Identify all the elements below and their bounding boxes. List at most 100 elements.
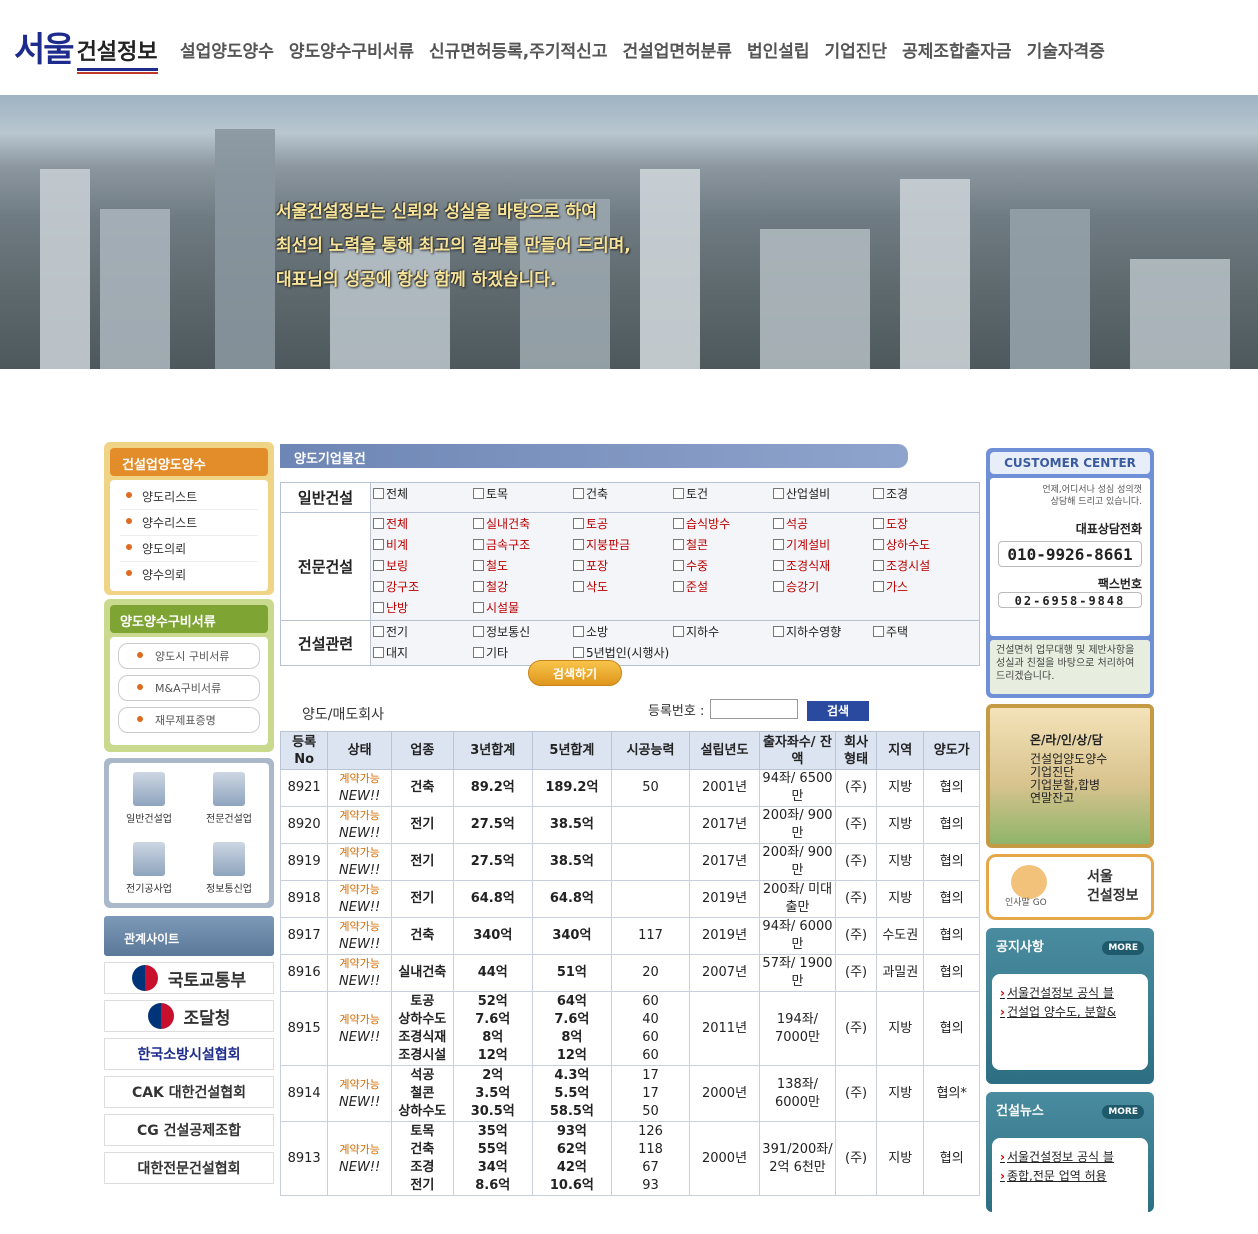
table-row[interactable]: 8914 계약가능 NEW!! 석공 철콘 상하수도 2억 3.5억 30.5억 4.3억 5.5억… — [279, 1065, 980, 1122]
category-telecom[interactable]: 정보통신업 — [189, 833, 269, 903]
table-row[interactable]: 8921 계약가능 NEW!! 건축 89.2억 189.2억 50 2001년 94좌/ 65… — [279, 769, 980, 807]
filter-checkbox-special[interactable]: 지붕판금 — [573, 535, 673, 556]
filter-checkbox-special[interactable]: 실내건축 — [473, 514, 573, 535]
checkbox-icon[interactable] — [373, 518, 384, 529]
link-cg[interactable]: CG 건설공제조합 — [104, 1114, 274, 1146]
status-badge[interactable]: 계약가능 — [339, 921, 379, 933]
status-badge[interactable]: 계약가능 — [339, 884, 379, 896]
checkbox-icon[interactable] — [373, 626, 384, 637]
menu-ma-docs[interactable]: M&A구비서류 — [118, 675, 260, 701]
filter-checkbox-special[interactable]: 철도 — [473, 556, 573, 577]
checkbox-icon[interactable] — [673, 626, 684, 637]
online-consult-banner[interactable]: 온/라/인/상/담 건설업양도양수 기업진단 기업분할,합병 연말잔고 — [986, 704, 1154, 848]
nav-item[interactable]: 설업양도양수 — [180, 37, 274, 62]
checkbox-icon[interactable] — [573, 647, 584, 658]
filter-checkbox-general[interactable]: 조경 — [873, 484, 973, 505]
filter-checkbox-special[interactable]: 가스 — [873, 577, 973, 598]
notice-item[interactable]: 건설업 양수도, 분할& — [1000, 1003, 1140, 1022]
checkbox-icon[interactable] — [573, 539, 584, 550]
filter-checkbox-related[interactable]: 대지 — [373, 643, 473, 664]
reg-number-input[interactable] — [710, 699, 798, 719]
filter-checkbox-special[interactable]: 수중 — [673, 556, 773, 577]
nav-item[interactable]: 공제조합출자금 — [902, 37, 1011, 62]
filter-checkbox-special[interactable]: 준설 — [673, 577, 773, 598]
link-kosca[interactable]: 대한전문건설협회 — [104, 1152, 274, 1184]
checkbox-icon[interactable] — [573, 581, 584, 592]
filter-checkbox-special[interactable]: 강구조 — [373, 577, 473, 598]
table-row[interactable]: 8918 계약가능 NEW!! 전기 64.8억 64.8억 2019년 200좌/ 미대출만… — [279, 880, 980, 918]
filter-checkbox-general[interactable]: 토건 — [673, 484, 773, 505]
filter-checkbox-special[interactable]: 시설물 — [473, 598, 573, 619]
nav-item[interactable]: 기업진단 — [825, 37, 888, 62]
checkbox-icon[interactable] — [873, 581, 884, 592]
filter-checkbox-special[interactable]: 보링 — [373, 556, 473, 577]
filter-checkbox-special[interactable]: 석공 — [773, 514, 873, 535]
category-general[interactable]: 일반건설업 — [109, 763, 189, 833]
checkbox-icon[interactable] — [473, 518, 484, 529]
checkbox-icon[interactable] — [373, 560, 384, 571]
filter-checkbox-related[interactable]: 전기 — [373, 622, 473, 643]
status-badge[interactable]: 계약가능 — [339, 958, 379, 970]
nav-item[interactable]: 건설업면허분류 — [622, 37, 731, 62]
filter-checkbox-special[interactable]: 철콘 — [673, 535, 773, 556]
news-more-button[interactable]: MORE — [1102, 1105, 1144, 1119]
status-badge[interactable]: 계약가능 — [339, 1078, 379, 1091]
checkbox-icon[interactable] — [573, 626, 584, 637]
checkbox-icon[interactable] — [673, 581, 684, 592]
checkbox-icon[interactable] — [573, 488, 584, 499]
news-item[interactable]: 종합,전문 업역 허용 — [1000, 1167, 1140, 1186]
checkbox-icon[interactable] — [873, 560, 884, 571]
filter-checkbox-special[interactable]: 삭도 — [573, 577, 673, 598]
table-row[interactable]: 8913 계약가능 NEW!! 토목 건축 조경 전기 35억 55억 34억 8.6억 93억 62억… — [279, 1121, 980, 1196]
link-pps[interactable]: 조달청 — [104, 1000, 274, 1032]
filter-checkbox-special[interactable]: 조경시설 — [873, 556, 973, 577]
filter-checkbox-related[interactable]: 정보통신 — [473, 622, 573, 643]
checkbox-icon[interactable] — [773, 626, 784, 637]
checkbox-icon[interactable] — [673, 560, 684, 571]
phone-number[interactable]: 010-9926-8661 — [998, 541, 1142, 567]
menu-acquire-request[interactable]: 양수의뢰 — [120, 562, 258, 587]
filter-checkbox-special[interactable]: 상하수도 — [873, 535, 973, 556]
checkbox-icon[interactable] — [873, 488, 884, 499]
nav-item[interactable]: 기술자격증 — [1027, 37, 1105, 62]
checkbox-icon[interactable] — [373, 647, 384, 658]
checkbox-icon[interactable] — [473, 581, 484, 592]
filter-checkbox-general[interactable]: 산업설비 — [773, 484, 873, 505]
nav-item[interactable]: 양도양수구비서류 — [289, 37, 414, 62]
filter-checkbox-special[interactable]: 승강기 — [773, 577, 873, 598]
filter-checkbox-special[interactable]: 기계설비 — [773, 535, 873, 556]
checkbox-icon[interactable] — [573, 560, 584, 571]
checkbox-icon[interactable] — [373, 581, 384, 592]
checkbox-icon[interactable] — [473, 488, 484, 499]
checkbox-icon[interactable] — [873, 626, 884, 637]
checkbox-icon[interactable] — [773, 560, 784, 571]
greeting-banner[interactable]: 인사말 GO 서울 건설정보 — [986, 854, 1154, 920]
checkbox-icon[interactable] — [473, 602, 484, 613]
filter-checkbox-special[interactable]: 조경식재 — [773, 556, 873, 577]
menu-acquire-list[interactable]: 양수리스트 — [120, 510, 258, 536]
table-row[interactable]: 8916 계약가능 NEW!! 실내건축 44억 51억 20 2007년 57좌/ 1900만… — [279, 954, 980, 992]
filter-checkbox-general[interactable]: 전체 — [373, 484, 473, 505]
checkbox-icon[interactable] — [773, 518, 784, 529]
menu-transfer-list[interactable]: 양도리스트 — [120, 484, 258, 510]
site-logo[interactable]: 서울 건설정보 — [14, 22, 158, 74]
table-row[interactable]: 8920 계약가능 NEW!! 전기 27.5억 38.5억 2017년 200좌/ 900만… — [279, 806, 980, 844]
filter-checkbox-special[interactable]: 습식방수 — [673, 514, 773, 535]
checkbox-icon[interactable] — [673, 488, 684, 499]
filter-checkbox-general[interactable]: 토목 — [473, 484, 573, 505]
filter-checkbox-special[interactable]: 철강 — [473, 577, 573, 598]
menu-transfer-docs[interactable]: 양도시 구비서류 — [118, 643, 260, 669]
status-badge[interactable]: 계약가능 — [339, 810, 379, 822]
filter-checkbox-related[interactable]: 소방 — [573, 622, 673, 643]
checkbox-icon[interactable] — [773, 488, 784, 499]
filter-checkbox-related[interactable]: 지하수 — [673, 622, 773, 643]
category-electric[interactable]: 전기공사업 — [109, 833, 189, 903]
checkbox-icon[interactable] — [773, 581, 784, 592]
status-badge[interactable]: 계약가능 — [339, 773, 379, 785]
checkbox-icon[interactable] — [473, 626, 484, 637]
checkbox-icon[interactable] — [673, 518, 684, 529]
filter-checkbox-related[interactable]: 지하수영향 — [773, 622, 873, 643]
checkbox-icon[interactable] — [373, 488, 384, 499]
table-row[interactable]: 8915 계약가능NEW!! 토공 상하수도 조경식재 조경시설 52억 7.6억 8억 12억 6… — [279, 991, 980, 1066]
nav-item[interactable]: 법인설립 — [747, 37, 810, 62]
